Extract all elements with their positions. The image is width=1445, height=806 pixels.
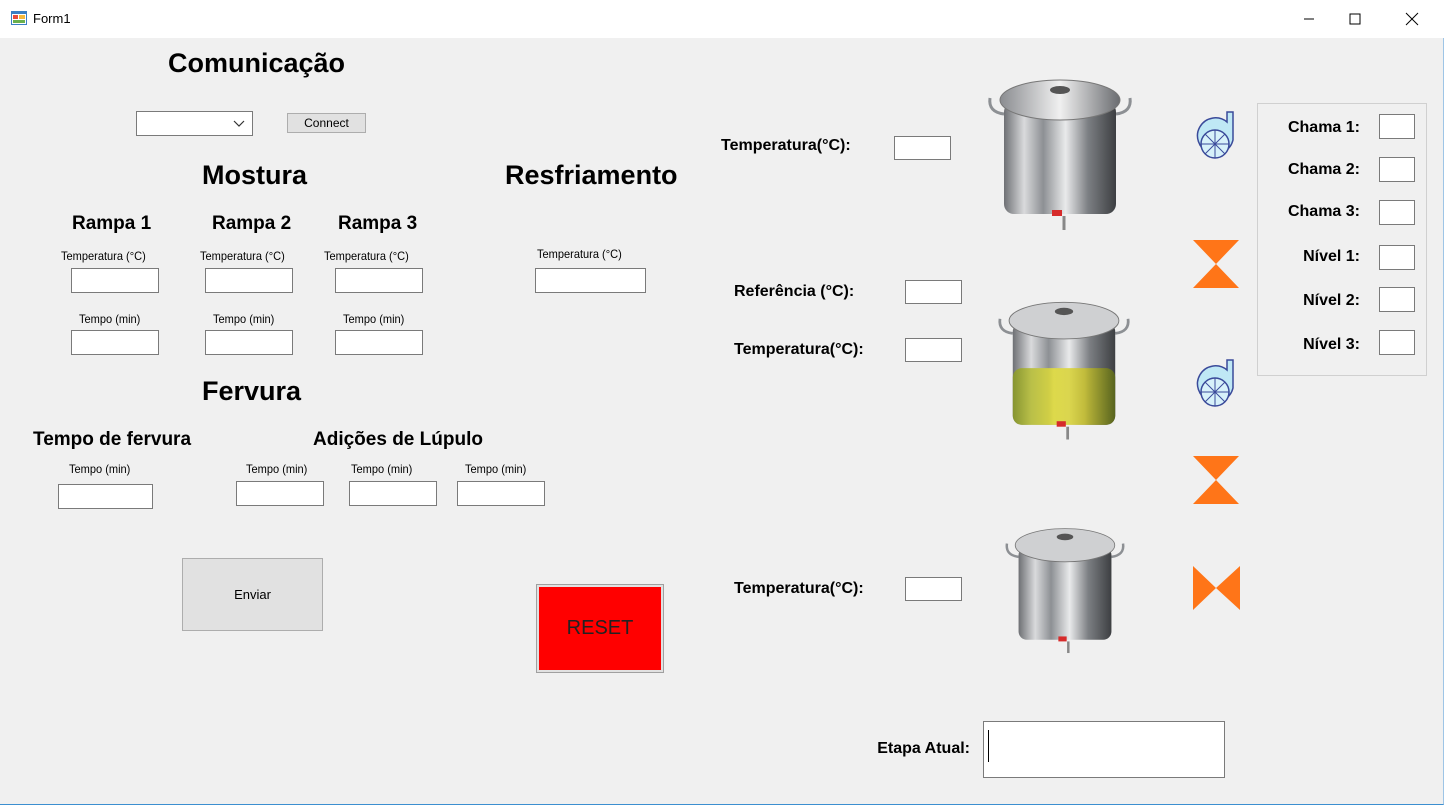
- ramp1-time-label: Tempo (min): [79, 312, 141, 326]
- window-title: Form1: [33, 11, 71, 26]
- nivel3-input[interactable]: [1379, 330, 1415, 355]
- reset-button-label: RESET: [539, 587, 661, 670]
- current-step-field[interactable]: [983, 721, 1225, 778]
- maximize-button[interactable]: [1332, 0, 1378, 38]
- tank2-temp-label: Temperatura(°C):: [734, 341, 864, 358]
- nivel2-input[interactable]: [1379, 287, 1415, 312]
- minimize-icon: [1304, 18, 1314, 20]
- maximize-icon: [1349, 13, 1361, 25]
- boil-time-input[interactable]: [58, 484, 153, 509]
- connect-button[interactable]: Connect: [287, 113, 366, 133]
- tank1-temp-label: Temperatura(°C):: [721, 137, 851, 154]
- boil-time-heading: Tempo de fervura: [33, 429, 192, 450]
- ramp2-time-input[interactable]: [205, 330, 293, 355]
- tank1-temp-input[interactable]: [894, 136, 951, 160]
- chama3-label: Chama 3:: [1287, 203, 1360, 220]
- resfriamento-temp-label: Temperatura (°C): [537, 247, 622, 261]
- tank3-temp-input[interactable]: [905, 577, 962, 601]
- tank2-ref-input[interactable]: [905, 280, 962, 304]
- text-cursor: [988, 730, 989, 762]
- tank2-ref-label: Referência (°C):: [734, 283, 855, 300]
- app-icon: [11, 11, 27, 25]
- ramp2-temp-input[interactable]: [205, 268, 293, 293]
- boil-time-label: Tempo (min): [69, 462, 131, 476]
- tank3-temp-label: Temperatura(°C):: [734, 580, 864, 597]
- hop3-time-label: Tempo (min): [465, 462, 527, 476]
- reset-button[interactable]: RESET: [536, 584, 664, 673]
- close-icon: [1405, 12, 1419, 26]
- minimize-button[interactable]: [1286, 0, 1332, 38]
- pump-icon: [1196, 359, 1234, 407]
- nivel1-label: Nível 1:: [1303, 248, 1360, 265]
- ramp3-temp-input[interactable]: [335, 268, 423, 293]
- nivel2-label: Nível 2:: [1303, 292, 1360, 309]
- ramp1-temp-label: Temperatura (°C): [61, 249, 146, 263]
- chama1-input[interactable]: [1379, 114, 1415, 139]
- pot-icon: [988, 79, 1132, 230]
- hop1-time-input[interactable]: [236, 481, 324, 506]
- hop2-time-label: Tempo (min): [351, 462, 413, 476]
- ramp3-temp-label: Temperatura (°C): [324, 249, 409, 263]
- hops-heading: Adições de Lúpulo: [313, 429, 483, 450]
- chama3-input[interactable]: [1379, 200, 1415, 225]
- mostura-heading: Mostura: [202, 160, 308, 190]
- valve-icon: [1193, 566, 1240, 610]
- nivel3-label: Nível 3:: [1303, 336, 1360, 353]
- send-button[interactable]: Enviar: [182, 558, 323, 631]
- pot-icon: [998, 301, 1130, 440]
- tank2-temp-input[interactable]: [905, 338, 962, 362]
- resfriamento-temp-input[interactable]: [535, 268, 646, 293]
- valve-icon: [1193, 240, 1239, 288]
- current-step-label: Etapa Atual:: [877, 740, 970, 757]
- chevron-down-icon: [233, 120, 245, 127]
- close-button[interactable]: [1389, 0, 1435, 38]
- communication-heading: Comunicação: [168, 48, 346, 78]
- ramp1-title: Rampa 1: [72, 213, 152, 234]
- ramp2-title: Rampa 2: [212, 213, 292, 234]
- title-bar: Form1: [0, 0, 1445, 38]
- ramp1-temp-input[interactable]: [71, 268, 159, 293]
- pot-icon: [1005, 528, 1125, 654]
- valve-icon: [1193, 456, 1239, 504]
- resfriamento-heading: Resfriamento: [505, 160, 678, 190]
- ramp2-time-label: Tempo (min): [213, 312, 275, 326]
- hop3-time-input[interactable]: [457, 481, 545, 506]
- ramp2-temp-label: Temperatura (°C): [200, 249, 285, 263]
- port-combobox[interactable]: [136, 111, 253, 136]
- pump-icon: [1196, 111, 1234, 159]
- chama2-input[interactable]: [1379, 157, 1415, 182]
- ramp1-time-input[interactable]: [71, 330, 159, 355]
- nivel1-input[interactable]: [1379, 245, 1415, 270]
- ramp3-time-input[interactable]: [335, 330, 423, 355]
- hop1-time-label: Tempo (min): [246, 462, 308, 476]
- hop2-time-input[interactable]: [349, 481, 437, 506]
- fervura-heading: Fervura: [202, 376, 302, 406]
- chama1-label: Chama 1:: [1287, 119, 1360, 136]
- chama2-label: Chama 2:: [1287, 161, 1360, 178]
- ramp3-title: Rampa 3: [338, 213, 418, 234]
- ramp3-time-label: Tempo (min): [343, 312, 405, 326]
